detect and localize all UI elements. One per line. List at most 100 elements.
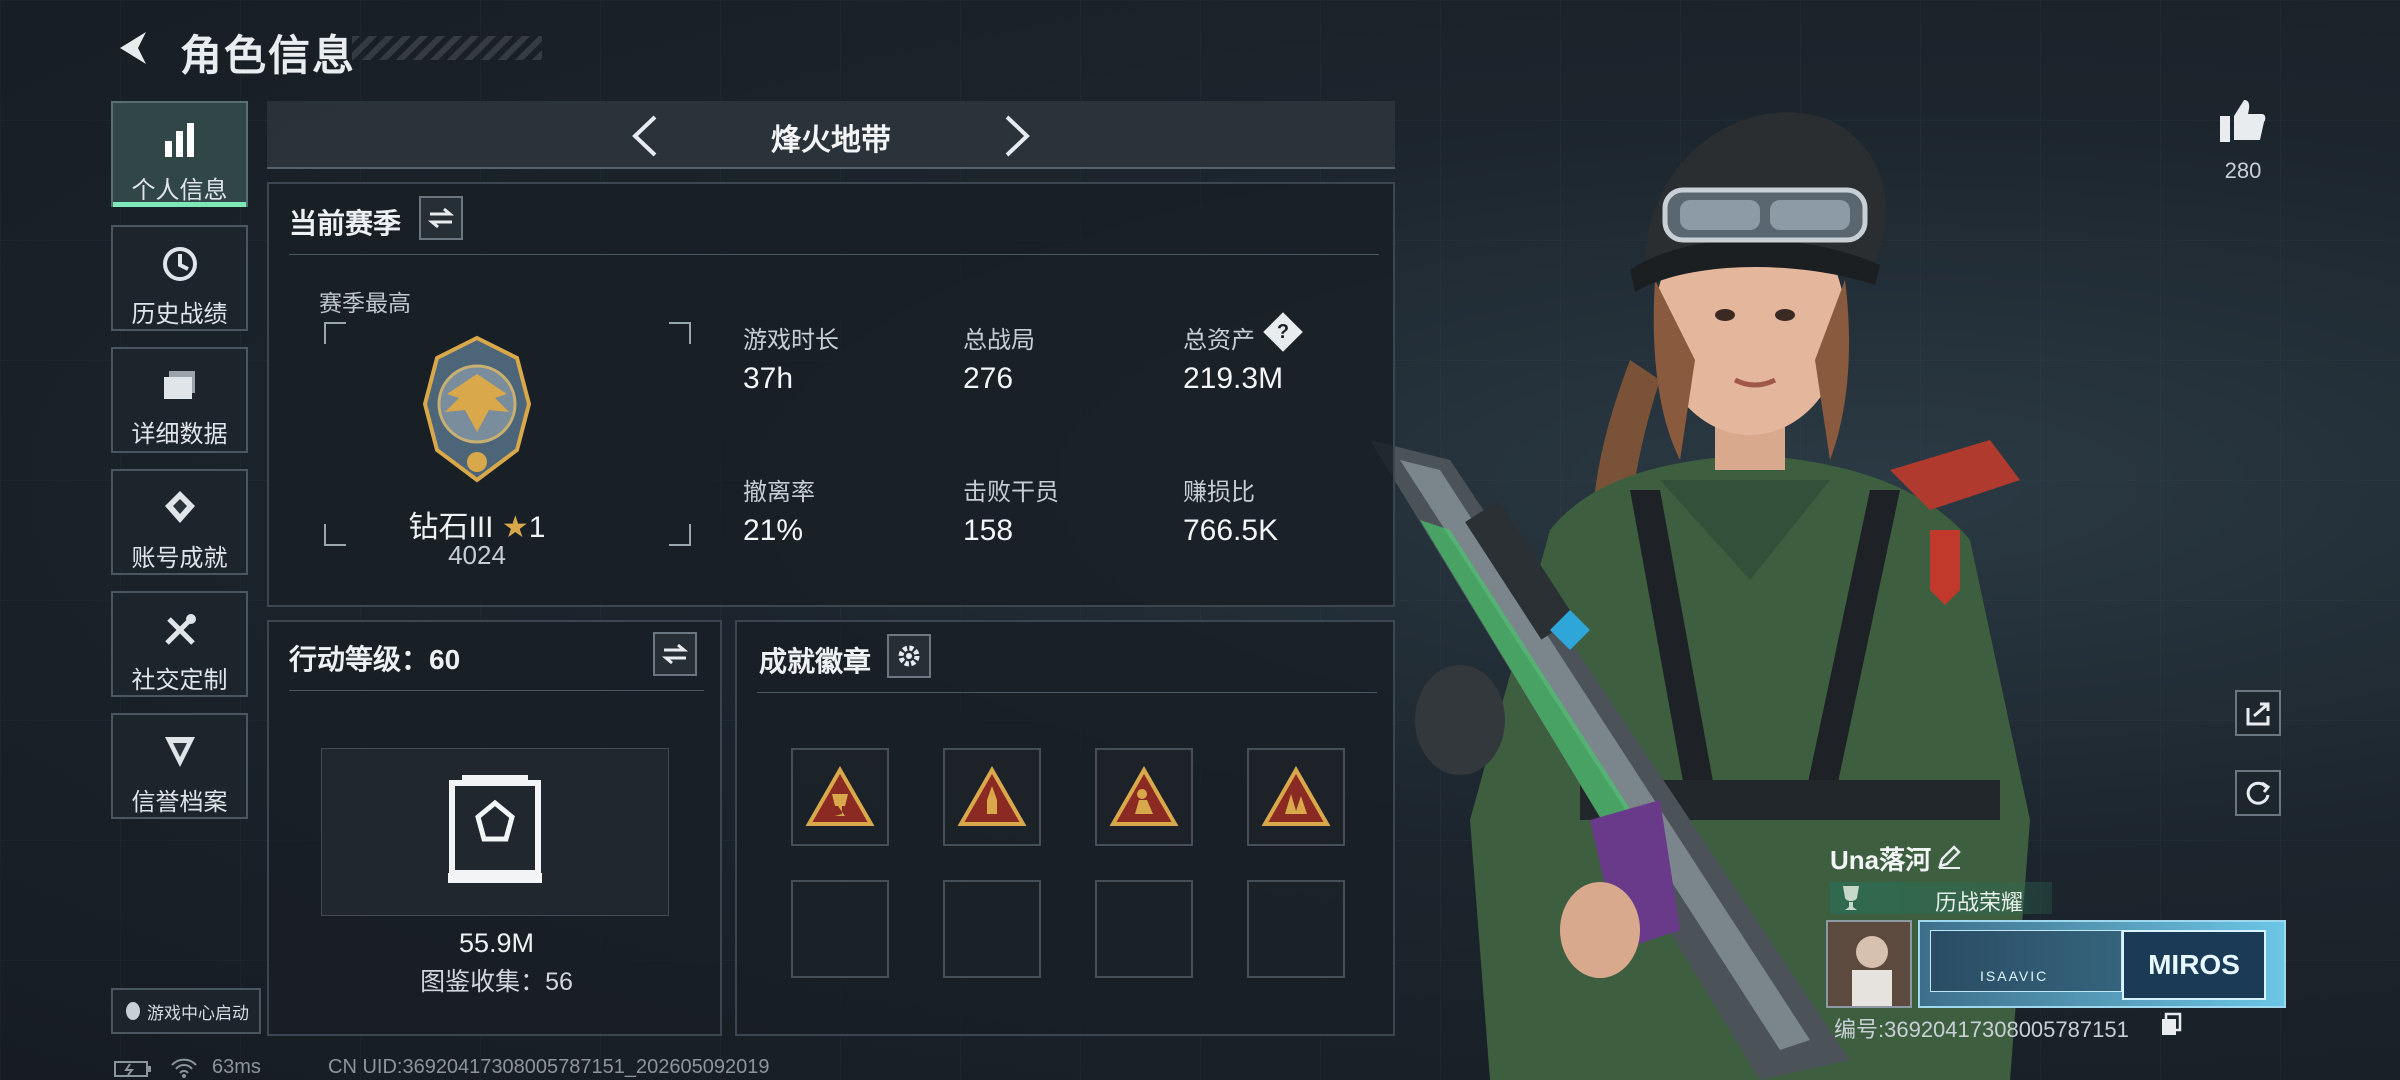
likes-count: 280 bbox=[2224, 158, 2262, 183]
stat-label: 击败干员 bbox=[963, 479, 1059, 506]
season-title: 当前赛季 bbox=[289, 208, 402, 239]
divider bbox=[289, 254, 1379, 255]
ping-text: 63ms bbox=[212, 1056, 261, 1078]
achievement-icon bbox=[164, 491, 195, 523]
badges-settings-button[interactable] bbox=[887, 634, 931, 678]
stat-label: 赚损比 bbox=[1183, 479, 1255, 506]
squad-badge-icon bbox=[1261, 766, 1331, 826]
badges-title: 成就徽章 bbox=[759, 646, 872, 677]
nav-label: 个人信息 bbox=[131, 177, 228, 204]
badge-slot-3[interactable] bbox=[1095, 748, 1193, 846]
battery-icon bbox=[114, 1061, 151, 1077]
nav-item-detailed-data[interactable]: 详细数据 bbox=[111, 347, 248, 453]
stat-label: 游戏时长 bbox=[743, 327, 839, 354]
collection-case-icon bbox=[448, 775, 542, 883]
share-icon bbox=[2246, 702, 2270, 726]
player-name: Una落河 bbox=[1830, 845, 1932, 875]
nav-label: 详细数据 bbox=[131, 421, 228, 448]
copy-icon[interactable] bbox=[2160, 1012, 2182, 1036]
collection-value: 55.9M bbox=[458, 928, 535, 958]
thumbs-up-icon[interactable] bbox=[2218, 96, 2268, 144]
action-level-switch-button[interactable] bbox=[653, 632, 697, 676]
trophy-icon bbox=[1843, 886, 1859, 910]
stat-value: 219.3M bbox=[1183, 362, 1284, 395]
nav-item-achievements[interactable]: 账号成就 bbox=[111, 469, 248, 575]
nav-label: 历史战绩 bbox=[131, 301, 228, 328]
stat-value: 158 bbox=[963, 514, 1014, 547]
uid-text: CN UID:36920417308005787151_202605092019 bbox=[328, 1056, 770, 1078]
card-text: ISAAVIC bbox=[1980, 968, 2049, 984]
badge-slot-1[interactable] bbox=[791, 748, 889, 846]
gear-icon bbox=[898, 645, 920, 667]
stat-value: 21% bbox=[743, 514, 804, 547]
page-title: 角色信息 bbox=[180, 32, 357, 79]
honor-badge: 历战荣耀 bbox=[1830, 882, 2052, 915]
rank-score: 4024 bbox=[448, 540, 506, 570]
nav-label: 信誉档案 bbox=[131, 789, 228, 816]
frame-corner bbox=[669, 524, 691, 546]
badge-slot-empty[interactable] bbox=[1095, 880, 1193, 978]
trophy-badge-icon bbox=[805, 766, 875, 826]
player-name-card[interactable]: ISAAVIC MIROS bbox=[1918, 920, 2286, 1008]
frame-corner bbox=[324, 322, 346, 344]
soldier-badge-icon bbox=[1109, 766, 1179, 826]
badge-slot-2[interactable] bbox=[943, 748, 1041, 846]
player-id: 编号:36920417308005787151 bbox=[1834, 1017, 2129, 1042]
wifi-icon bbox=[171, 1058, 197, 1078]
badge-slot-empty[interactable] bbox=[943, 880, 1041, 978]
action-level-title: 行动等级：60 bbox=[289, 644, 461, 675]
frame-corner bbox=[669, 322, 691, 344]
stat-value: 37h bbox=[743, 362, 794, 395]
nav-label: 账号成就 bbox=[131, 545, 228, 572]
bar-chart-icon bbox=[164, 123, 194, 157]
refresh-icon bbox=[2246, 781, 2271, 805]
season-best-label: 赛季最高 bbox=[319, 290, 411, 316]
help-icon[interactable]: ? bbox=[1269, 318, 1297, 346]
nav-item-credit-record[interactable]: 信誉档案 bbox=[111, 713, 248, 819]
collection-count: 图鉴收集：56 bbox=[420, 968, 573, 996]
avatar-photo bbox=[1828, 922, 1910, 1006]
badges-panel: 成就徽章 bbox=[735, 620, 1395, 1036]
stat-value: 766.5K bbox=[1183, 514, 1279, 547]
player-avatar[interactable] bbox=[1826, 920, 1912, 1008]
frame-corner bbox=[324, 524, 346, 546]
season-switch-button[interactable] bbox=[419, 196, 463, 240]
history-icon bbox=[162, 247, 197, 281]
back-arrow-icon[interactable] bbox=[112, 26, 156, 70]
game-center-label: 游戏中心启动 bbox=[147, 1003, 249, 1023]
swap-icon bbox=[428, 207, 454, 229]
stat-label: 撤离率 bbox=[743, 479, 815, 506]
badge-slot-empty[interactable] bbox=[1247, 880, 1345, 978]
folder-icon bbox=[163, 371, 195, 399]
divider bbox=[289, 690, 704, 691]
share-button[interactable] bbox=[2235, 690, 2281, 736]
nav-item-social-custom[interactable]: 社交定制 bbox=[111, 591, 248, 697]
mode-tab-bar: 烽火地带 bbox=[267, 101, 1395, 169]
title-stripe-decoration bbox=[352, 36, 542, 60]
stat-value: 276 bbox=[963, 362, 1014, 395]
divider bbox=[757, 692, 1377, 693]
refresh-button[interactable] bbox=[2235, 770, 2281, 816]
rocket-badge-icon bbox=[957, 766, 1027, 826]
edit-icon[interactable] bbox=[1936, 844, 1962, 870]
tools-icon bbox=[164, 614, 196, 645]
shield-icon bbox=[164, 737, 195, 767]
nav-item-history[interactable]: 历史战绩 bbox=[111, 225, 248, 331]
stat-label: 总战局 bbox=[963, 327, 1035, 354]
nav-item-personal-info[interactable]: 个人信息 bbox=[111, 101, 248, 207]
stat-label: 总资产 bbox=[1183, 327, 1255, 354]
penguin-icon bbox=[126, 1002, 140, 1020]
chevron-right-icon[interactable] bbox=[1001, 113, 1033, 159]
swap-icon bbox=[662, 643, 688, 665]
rank-emblem-icon bbox=[422, 335, 532, 483]
honor-text: 历战荣耀 bbox=[1935, 890, 2024, 915]
season-panel: 当前赛季 赛季最高 钻石III ★1 4024 游戏时长 37h 总战局 276… bbox=[267, 182, 1395, 607]
action-level-panel: 行动等级：60 55.9M 图鉴收集：56 bbox=[267, 620, 722, 1036]
badge-slot-4[interactable] bbox=[1247, 748, 1345, 846]
badge-slot-empty[interactable] bbox=[791, 880, 889, 978]
mode-title: 烽火地带 bbox=[771, 124, 891, 157]
game-center-button[interactable]: 游戏中心启动 bbox=[111, 988, 261, 1034]
card-logo: MIROS bbox=[2122, 930, 2266, 1000]
collection-display bbox=[321, 748, 669, 916]
nav-label: 社交定制 bbox=[131, 667, 228, 694]
